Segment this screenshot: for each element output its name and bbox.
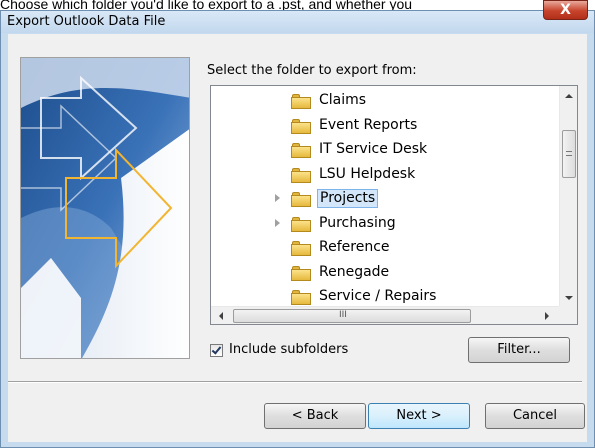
title-bar[interactable]: Export Outlook Data File — [1, 11, 594, 33]
tree-expander-icon[interactable] — [275, 194, 280, 202]
folder-item[interactable]: Reference — [211, 237, 559, 259]
horizontal-scrollbar[interactable]: III — [211, 306, 559, 324]
folder-tree-list: Claims Event Reports IT Service Desk LSU He… — [211, 86, 559, 308]
scroll-down-arrow-icon[interactable] — [565, 296, 573, 300]
folder-item[interactable]: Projects — [211, 188, 559, 210]
tree-expander-icon[interactable] — [275, 218, 280, 227]
folder-icon — [291, 167, 311, 183]
dialog-separator — [8, 381, 582, 383]
export-arrows-art — [20, 57, 190, 359]
folder-icon — [291, 94, 311, 109]
checkmark-icon — [211, 344, 222, 355]
folder-item[interactable]: LSU Helpdesk — [211, 164, 559, 186]
scroll-right-arrow-icon[interactable] — [545, 312, 549, 320]
folder-icon — [291, 241, 311, 256]
folder-icon — [291, 265, 311, 281]
folder-label: LSU Helpdesk — [319, 165, 416, 182]
folder-item[interactable]: Claims — [211, 90, 559, 112]
folder-label: Projects — [317, 189, 379, 208]
scroll-corner — [559, 306, 577, 324]
folder-icon — [291, 290, 311, 305]
folder-label: Event Reports — [319, 116, 418, 133]
folder-item[interactable]: Renegade — [211, 262, 559, 284]
folder-select-label: Select the folder to export from: — [207, 63, 417, 78]
folder-label: IT Service Desk — [319, 141, 428, 157]
folder-label: Service / Repairs — [319, 288, 437, 304]
horizontal-scroll-thumb[interactable]: III — [233, 309, 471, 323]
vertical-scroll-thumb[interactable] — [562, 130, 576, 178]
next-button[interactable]: Next > — [368, 403, 470, 429]
folder-icon — [291, 192, 311, 207]
vertical-scrollbar[interactable] — [559, 86, 577, 308]
grip-icon — [566, 151, 572, 156]
folder-item[interactable]: Service / Repairs — [211, 286, 559, 308]
dialog-title: Export Outlook Data File — [7, 14, 166, 29]
folder-item[interactable]: IT Service Desk — [211, 139, 559, 161]
folder-icon — [291, 143, 311, 158]
folder-label: Renegade — [319, 263, 390, 280]
back-button[interactable]: < Back — [264, 403, 366, 429]
scroll-left-arrow-icon[interactable] — [219, 312, 223, 320]
close-icon: X — [560, 2, 571, 18]
folder-label: Claims — [319, 92, 367, 108]
close-button[interactable]: X — [543, 0, 588, 20]
include-subfolders-checkbox[interactable] — [210, 344, 223, 357]
grip-icon: III — [339, 310, 347, 320]
folder-label: Purchasing — [319, 214, 396, 231]
filter-button[interactable]: Filter... — [468, 337, 570, 363]
folder-tree[interactable]: Claims Event Reports IT Service Desk LSU He… — [210, 85, 578, 325]
folder-item[interactable]: Event Reports — [211, 115, 559, 137]
cancel-button[interactable]: Cancel — [485, 403, 585, 429]
include-subfolders-label: Include subfolders — [229, 342, 349, 357]
wizard-art-icon — [21, 58, 189, 358]
scroll-up-arrow-icon[interactable] — [565, 94, 573, 98]
folder-label: Reference — [319, 239, 390, 255]
folder-icon — [291, 216, 311, 232]
folder-item[interactable]: Purchasing — [211, 213, 559, 235]
folder-icon — [291, 118, 311, 134]
